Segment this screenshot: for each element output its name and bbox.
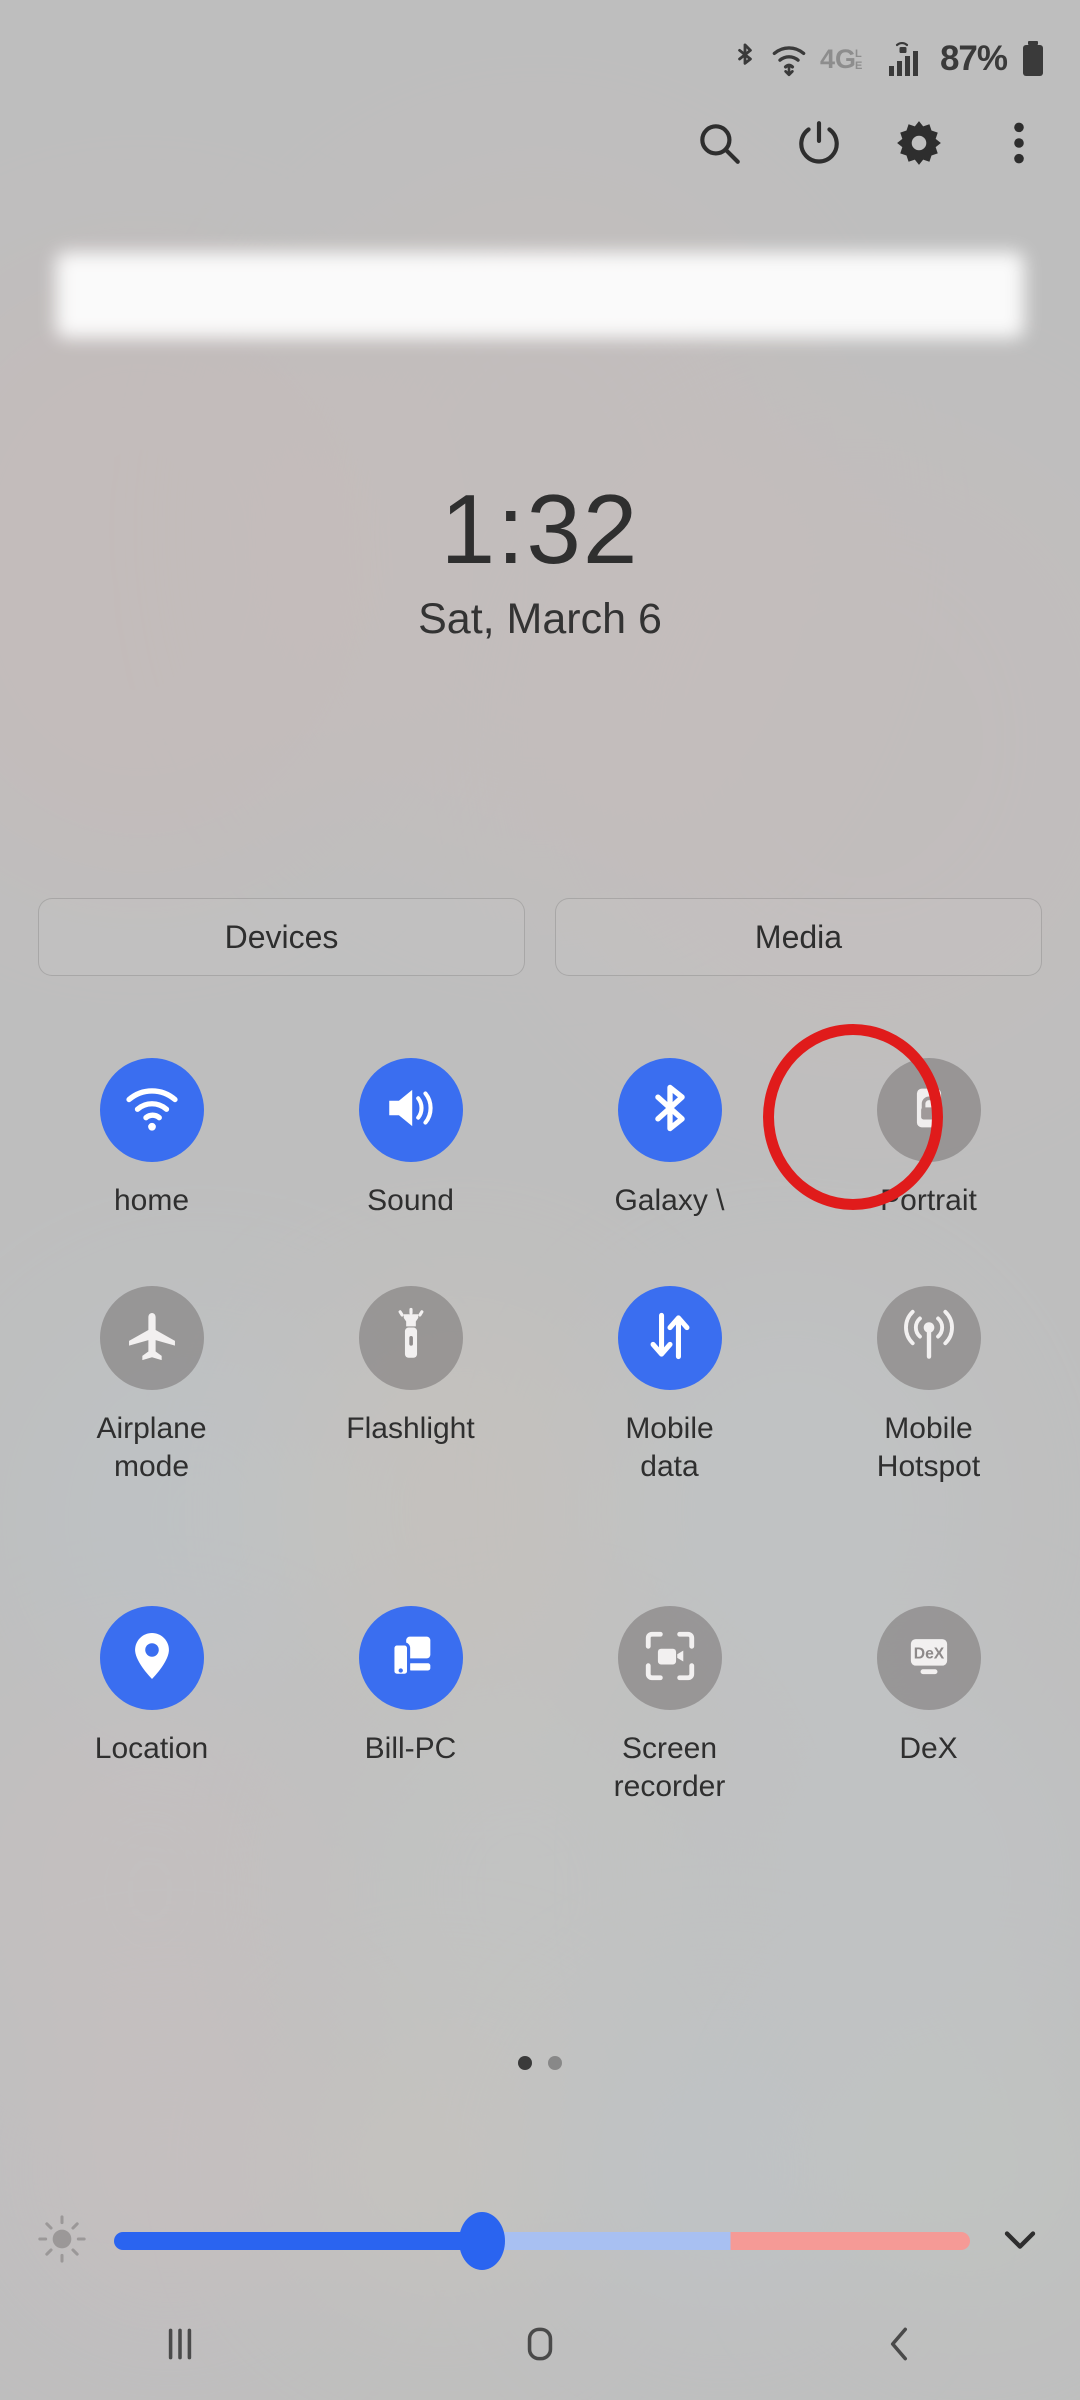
battery-icon [1020,40,1046,78]
page-dot-2[interactable] [548,2056,562,2070]
tile-circle [617,1606,722,1710]
page-indicator [0,2056,1080,2070]
tile-label: Location [94,1732,209,1765]
tile-label: Flashlight [346,1412,475,1445]
recents-icon [157,2321,203,2372]
screen-recorder-icon [641,1627,699,1690]
tile-circle [617,1286,722,1390]
navigation-bar [0,2292,1080,2400]
tile-label: Screen recorder [613,1732,726,1803]
4g-lte-icon: 4G L E [820,43,872,75]
tile-circle [99,1606,204,1710]
settings-button[interactable] [882,108,956,182]
svg-text:4G: 4G [820,44,856,74]
brightness-sun-icon [34,2211,90,2272]
tile-dex[interactable]: DeX DeX [799,1606,1058,1906]
devices-button[interactable]: Devices [38,898,525,976]
tile-airplane-mode[interactable]: Airplane mode [22,1286,281,1606]
hotspot-icon [900,1307,958,1370]
location-pin-icon [123,1627,181,1690]
tile-circle: DeX [876,1606,981,1710]
flashlight-icon [382,1307,440,1370]
devices-media-row: Devices Media [38,898,1042,976]
expand-quick-settings-button[interactable] [994,2213,1046,2270]
wifi-icon [123,1079,181,1142]
tile-circle [99,1058,204,1162]
tile-wifi[interactable]: home [22,1058,281,1286]
search-icon [694,118,744,173]
airplane-icon [123,1307,181,1370]
tile-location[interactable]: Location [22,1606,281,1906]
bluetooth-icon [641,1079,699,1142]
more-options-button[interactable] [982,108,1056,182]
clock-date: Sat, March 6 [418,594,662,643]
recents-button[interactable] [0,2321,360,2372]
more-vertical-icon [994,118,1044,173]
power-button[interactable] [782,108,856,182]
tile-smart-view[interactable]: Bill-PC [281,1606,540,1906]
tile-portrait[interactable]: Portrait [763,1024,1058,1286]
sound-icon [382,1079,440,1142]
wifi-icon [771,41,807,77]
bluetooth-icon [732,41,758,77]
tile-circle [617,1058,722,1162]
quick-panel-toolbar [682,108,1056,182]
tile-row: home Sound Galaxy \ Portrait [22,1024,1058,1286]
battery-percentage: 87% [939,39,1008,78]
tile-label: Bill-PC [364,1732,457,1765]
brightness-row [34,2206,1046,2276]
quick-settings-panel: 4G L E 87% 1:32 Sat, March 6 Devices Med… [0,0,1080,2400]
brightness-slider-thumb[interactable] [459,2212,506,2270]
tile-label: Portrait [880,1184,977,1217]
rotation-lock-icon [900,1079,958,1142]
power-icon [794,118,844,173]
tile-circle [876,1286,981,1390]
blurred-notification-card[interactable] [56,252,1024,338]
back-button[interactable] [720,2321,1080,2372]
gear-icon [894,118,944,173]
tile-circle [358,1286,463,1390]
smart-view-icon [382,1627,440,1690]
tile-label: DeX [899,1732,958,1765]
tile-bluetooth[interactable]: Galaxy \ [540,1058,799,1286]
tile-circle [99,1286,204,1390]
tile-sound[interactable]: Sound [281,1058,540,1286]
media-button[interactable]: Media [555,898,1042,976]
quick-settings-tiles: home Sound Galaxy \ Portrait Airplane mo… [22,1024,1058,1906]
page-dot-1[interactable] [518,2056,532,2070]
tile-mobile-data[interactable]: Mobile data [540,1286,799,1606]
tile-circle [358,1058,463,1162]
tile-label: Mobile data [625,1412,714,1483]
svg-text:L: L [855,48,862,60]
svg-text:DeX: DeX [913,1645,944,1662]
dex-icon: DeX [900,1627,958,1690]
tile-flashlight[interactable]: Flashlight [281,1286,540,1606]
tile-label: Galaxy \ [614,1184,725,1217]
status-bar: 4G L E 87% [0,0,1080,118]
tile-row: Location Bill-PC Screen recorder DeX DeX [22,1606,1058,1906]
svg-text:E: E [855,60,862,72]
tile-mobile-hotspot[interactable]: Mobile Hotspot [799,1286,1058,1606]
home-icon [517,2321,563,2372]
signal-bars-icon [885,40,925,78]
brightness-slider[interactable] [114,2212,970,2270]
tile-row: Airplane mode Flashlight Mobile data Mob… [22,1286,1058,1606]
search-button[interactable] [682,108,756,182]
tile-circle [358,1606,463,1710]
tile-label: Mobile Hotspot [876,1412,981,1483]
lock-clock: 1:32 Sat, March 6 [0,478,1080,644]
tile-screen-recorder[interactable]: Screen recorder [540,1606,799,1906]
back-icon [877,2321,923,2372]
tile-circle [876,1058,981,1162]
home-button[interactable] [360,2321,720,2372]
tile-label: Airplane mode [96,1412,207,1483]
clock-time: 1:32 [440,474,640,584]
tile-label: Sound [367,1184,454,1217]
data-arrows-icon [641,1307,699,1370]
tile-label: home [113,1184,190,1217]
